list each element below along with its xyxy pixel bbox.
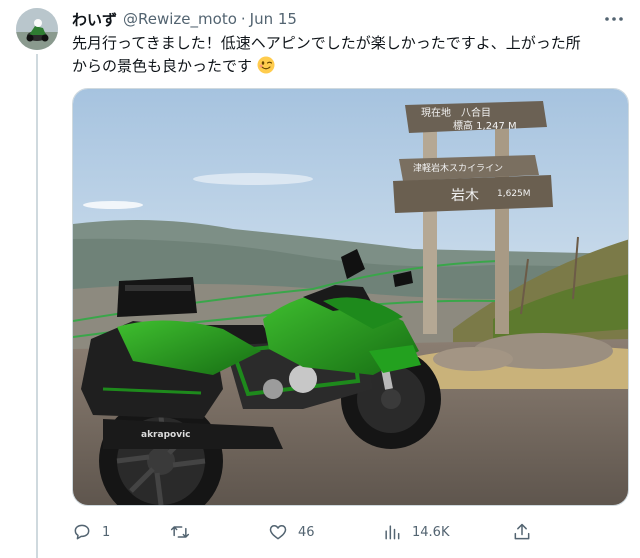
retweet-button[interactable] [170,518,200,546]
tweet-photo[interactable]: 現在地 八合目 標高 1,247 M 津軽岩木スカイライン 岩木 1,625M [72,88,629,506]
reply-icon [74,524,90,540]
views-icon [385,525,400,540]
separator-dot: · [240,10,246,28]
thread-line [36,54,38,558]
tweet-header: わいず @Rewize_moto · Jun 15 [72,8,297,30]
more-icon[interactable] [602,10,626,28]
like-button[interactable]: 46 [268,518,315,546]
views-button[interactable]: 14.6K [382,518,449,546]
author-display-name[interactable]: わいず [72,9,117,30]
view-count: 14.6K [412,524,450,540]
like-count: 46 [298,524,315,540]
tweet[interactable]: わいず @Rewize_moto · Jun 15 先月行ってきました！低速ヘア… [0,0,640,558]
sign-top-line-1: 現在地 八合目 [421,106,491,119]
tweet-actions: 1 46 14.6K [72,518,542,546]
tweet-text-line-2: からの景色も良かったです [72,57,253,75]
exhaust-brand: akrapovic [141,430,190,440]
sign-mid-line-3: 1,625M [497,189,531,199]
reply-count: 1 [102,524,111,540]
like-icon [269,525,287,540]
reply-button[interactable]: 1 [72,518,110,546]
tweet-date[interactable]: Jun 15 [250,10,297,28]
tweet-text: 先月行ってきました！低速ヘアピンでしたが楽しかったですよ、上がった所 からの景色… [72,32,628,78]
sign-top-line-2: 標高 1,247 M [453,119,517,132]
sign-mid-line-2: 岩木 [451,188,479,204]
retweet-icon [170,526,190,538]
share-icon [514,523,530,540]
winking-face-icon [257,56,275,74]
author-handle[interactable]: @Rewize_moto [123,10,237,28]
sign-mid-line-1: 津軽岩木スカイライン [413,162,503,174]
share-button[interactable] [512,518,532,546]
avatar[interactable] [16,8,58,50]
tweet-text-line-1: 先月行ってきました！低速ヘアピンでしたが楽しかったですよ、上がった所 [72,34,581,52]
